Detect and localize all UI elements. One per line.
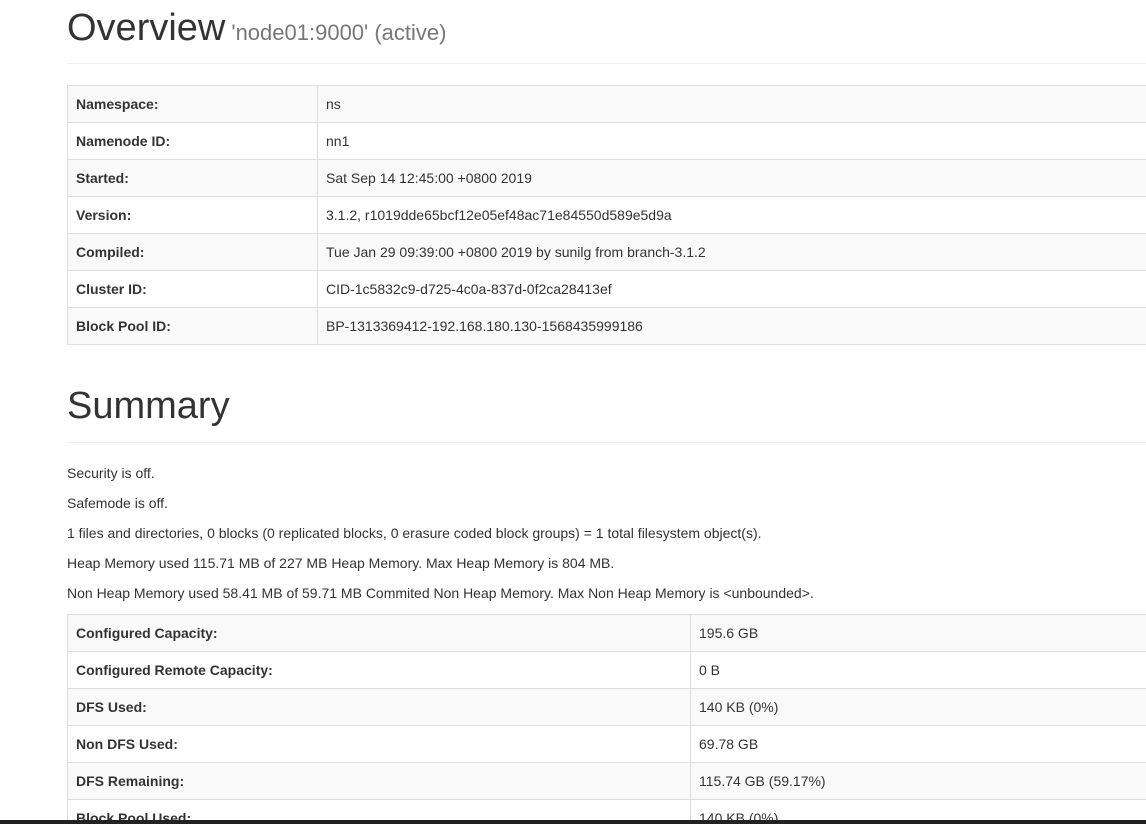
page-title-text: Overview: [67, 7, 226, 49]
namespace-value: ns: [317, 85, 1146, 123]
table-row: Configured Remote Capacity: 0 B: [67, 651, 1146, 689]
table-row: Non DFS Used: 69.78 GB: [67, 725, 1146, 763]
dfs-used-value: 140 KB (0%): [690, 688, 1146, 726]
table-row: Started: Sat Sep 14 12:45:00 +0800 2019: [67, 159, 1146, 197]
summary-header: Summary: [67, 380, 1146, 443]
non-dfs-used-value: 69.78 GB: [690, 725, 1146, 763]
table-row: DFS Remaining: 115.74 GB (59.17%): [67, 762, 1146, 800]
non-heap-memory: Non Heap Memory used 58.41 MB of 59.71 M…: [67, 585, 814, 601]
heap-memory: Heap Memory used 115.71 MB of 227 MB Hea…: [67, 555, 615, 571]
overview-table: Namespace: ns Namenode ID: nn1 Started: …: [67, 85, 1146, 345]
block-pool-id-value: BP-1313369412-192.168.180.130-1568435999…: [317, 307, 1146, 345]
security-status: Security is off.: [67, 465, 155, 481]
main-content: Overview'node01:9000' (active) Namespace…: [67, 0, 1146, 824]
block-pool-id-label: Block Pool ID:: [67, 307, 318, 345]
safemode-status: Safemode is off.: [67, 495, 168, 511]
configured-remote-capacity-value: 0 B: [690, 651, 1146, 689]
compiled-value: Tue Jan 29 09:39:00 +0800 2019 by sunilg…: [317, 233, 1146, 271]
version-value: 3.1.2, r1019dde65bcf12e05ef48ac71e84550d…: [317, 196, 1146, 234]
namenode-id-label: Namenode ID:: [67, 122, 318, 160]
summary-lines: Security is off. Safemode is off. 1 file…: [67, 458, 814, 608]
page-title: Overview'node01:9000' (active): [67, 6, 1146, 55]
table-row: Version: 3.1.2, r1019dde65bcf12e05ef48ac…: [67, 196, 1146, 234]
table-row: Cluster ID: CID-1c5832c9-d725-4c0a-837d-…: [67, 270, 1146, 308]
cluster-id-value: CID-1c5832c9-d725-4c0a-837d-0f2ca28413ef: [317, 270, 1146, 308]
summary-title: Summary: [67, 385, 230, 427]
table-row: Namenode ID: nn1: [67, 122, 1146, 160]
table-row: Configured Capacity: 195.6 GB: [67, 614, 1146, 652]
table-row: DFS Used: 140 KB (0%): [67, 688, 1146, 726]
configured-remote-capacity-label: Configured Remote Capacity:: [67, 651, 691, 689]
table-row: Compiled: Tue Jan 29 09:39:00 +0800 2019…: [67, 233, 1146, 271]
started-label: Started:: [67, 159, 318, 197]
table-row: Block Pool ID: BP-1313369412-192.168.180…: [67, 307, 1146, 345]
dfs-used-label: DFS Used:: [67, 688, 691, 726]
capacity-table: Configured Capacity: 195.6 GB Configured…: [67, 614, 1146, 824]
namenode-overview-page: Overview'node01:9000' (active) Namespace…: [0, 0, 1146, 824]
dfs-remaining-label: DFS Remaining:: [67, 762, 691, 800]
configured-capacity-label: Configured Capacity:: [67, 614, 691, 652]
overview-header: Overview'node01:9000' (active): [67, 6, 1146, 64]
compiled-label: Compiled:: [67, 233, 318, 271]
dfs-remaining-value: 115.74 GB (59.17%): [690, 762, 1146, 800]
window-bottom-edge: [0, 820, 1146, 824]
non-dfs-used-label: Non DFS Used:: [67, 725, 691, 763]
namespace-label: Namespace:: [67, 85, 318, 123]
namenode-id-value: nn1: [317, 122, 1146, 160]
filesystem-objects: 1 files and directories, 0 blocks (0 rep…: [67, 525, 762, 541]
cluster-id-label: Cluster ID:: [67, 270, 318, 308]
page-subtitle: 'node01:9000' (active): [231, 20, 447, 45]
configured-capacity-value: 195.6 GB: [690, 614, 1146, 652]
table-row: Namespace: ns: [67, 85, 1146, 123]
version-label: Version:: [67, 196, 318, 234]
started-value: Sat Sep 14 12:45:00 +0800 2019: [317, 159, 1146, 197]
